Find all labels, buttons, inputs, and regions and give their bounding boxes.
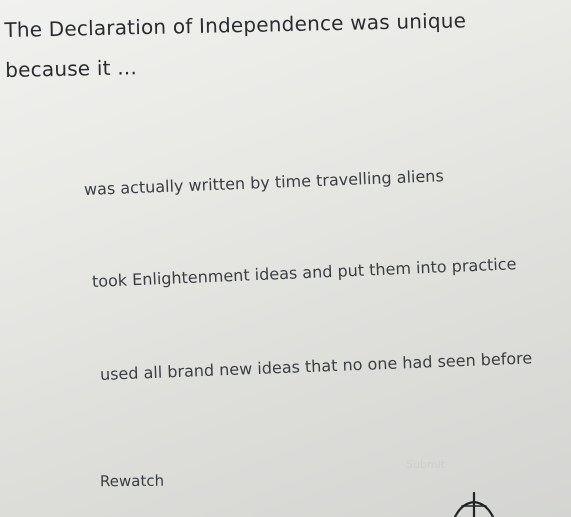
mouse-pointer-icon [453,491,495,517]
answer-choice-3[interactable]: used all brand new ideas that no one had… [100,348,533,384]
answer-choice-2[interactable]: took Enlightenment ideas and put them in… [92,254,517,291]
submit-button[interactable]: Submit [406,458,445,471]
question-text: The Declaration of Independence was uniq… [4,8,467,82]
answer-choice-1[interactable]: was actually written by time travelling … [84,166,444,199]
rewatch-button[interactable]: Rewatch [100,472,164,491]
